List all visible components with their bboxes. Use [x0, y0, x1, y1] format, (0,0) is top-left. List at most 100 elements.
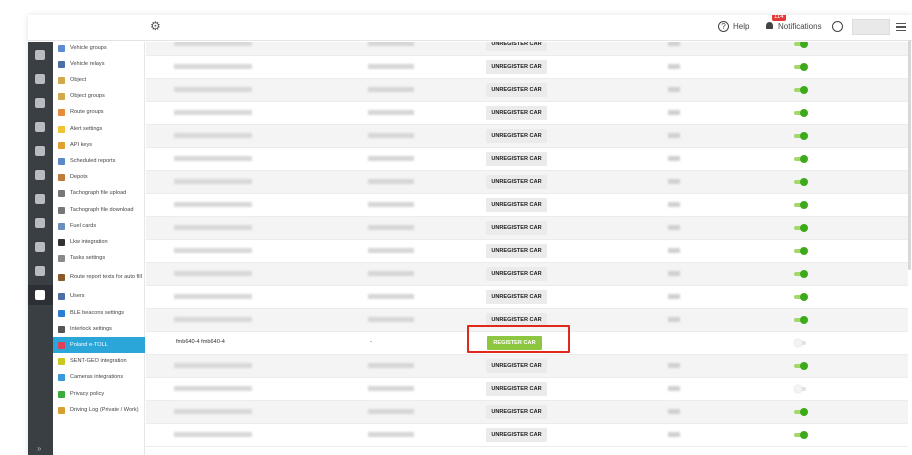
sidebar-item-poland-e-toll[interactable]: Poland e-TOLL	[53, 337, 145, 354]
user-name-box[interactable]	[852, 19, 890, 35]
sidebar-item-driving-log-private-work[interactable]: Driving Log (Private / Work)	[53, 402, 145, 418]
hamburger-menu-icon[interactable]	[896, 23, 906, 31]
rail-item-clipboard[interactable]	[28, 189, 53, 209]
rail-item-dashboard[interactable]	[28, 69, 53, 89]
toggle-knob	[794, 339, 802, 347]
unregister-car-button[interactable]: UNREGISTER CAR	[486, 290, 547, 304]
unregister-car-button[interactable]: UNREGISTER CAR	[486, 106, 547, 120]
clock-icon	[58, 157, 65, 165]
unregister-car-button[interactable]: UNREGISTER CAR	[486, 359, 547, 373]
status-redacted	[668, 363, 680, 368]
sidebar-item-tasks-settings[interactable]: Tasks settings	[53, 251, 145, 267]
sidebar-item-interlock-settings[interactable]: Interlock settings	[53, 321, 145, 337]
status-redacted	[668, 156, 680, 161]
rail-item-map[interactable]	[28, 45, 53, 65]
sidebar-item-object-groups[interactable]: Object groups	[53, 89, 145, 105]
toll-toggle[interactable]	[794, 109, 808, 117]
vehicle-id-redacted	[368, 110, 414, 115]
toll-toggle[interactable]	[794, 178, 808, 186]
status-redacted	[668, 294, 680, 299]
sidebar-item-tachograph-file-download[interactable]: Tachograph file download	[53, 202, 145, 218]
vehicle-id-redacted	[368, 386, 414, 391]
toll-toggle[interactable]	[794, 201, 808, 209]
unregister-car-button[interactable]: UNREGISTER CAR	[486, 405, 547, 419]
unregister-car-button[interactable]: UNREGISTER CAR	[486, 60, 547, 74]
bell-icon	[765, 21, 774, 31]
sidebar-item-scheduled-reports[interactable]: Scheduled reports	[53, 153, 145, 169]
unregister-car-button[interactable]: UNREGISTER CAR	[486, 152, 547, 166]
tasks-icon	[58, 255, 65, 263]
sidebar-item-fuel-cards[interactable]: Fuel cards	[53, 218, 145, 234]
rail-item-document[interactable]	[28, 93, 53, 113]
status-redacted	[668, 432, 680, 437]
sidebar-item-label: Cameras integrations	[70, 374, 124, 381]
toggle-knob	[800, 201, 808, 209]
sidebar-item-vehicle-relays[interactable]: Vehicle relays	[53, 56, 145, 72]
toll-toggle[interactable]	[794, 63, 808, 71]
unregister-car-button[interactable]: UNREGISTER CAR	[486, 42, 547, 51]
sidebar-item-ble-beacons-settings[interactable]: BLE beacons settings	[53, 305, 145, 321]
toll-toggle[interactable]	[794, 247, 808, 255]
unregister-car-button[interactable]: UNREGISTER CAR	[486, 221, 547, 235]
rail-item-person[interactable]	[28, 237, 53, 257]
sidebar-item-tachograph-file-upload[interactable]: Tachograph file upload	[53, 186, 145, 202]
expand-rail-icon[interactable]: »	[37, 444, 41, 453]
rail-item-alert[interactable]	[28, 117, 53, 137]
sidebar-item-cameras-integrations[interactable]: Cameras integrations	[53, 370, 145, 386]
toll-toggle[interactable]	[794, 316, 808, 324]
unregister-car-button[interactable]: UNREGISTER CAR	[486, 129, 547, 143]
unregister-car-button[interactable]: UNREGISTER CAR	[486, 175, 547, 189]
notifications-link[interactable]: Notifications	[765, 21, 822, 31]
toggle-knob	[800, 109, 808, 117]
toll-toggle[interactable]	[794, 270, 808, 278]
sidebar-item-route-groups[interactable]: Route groups	[53, 105, 145, 121]
fuel-icon	[35, 146, 45, 156]
toll-toggle[interactable]	[794, 339, 807, 347]
rail-item-car[interactable]	[28, 213, 53, 233]
toll-toggle[interactable]	[794, 408, 808, 416]
sidebar-item-api-keys[interactable]: API keys	[53, 137, 145, 153]
sidebar-item-lkw-integration[interactable]: Lkw integration	[53, 234, 145, 250]
toll-toggle[interactable]	[794, 86, 808, 94]
calendar-icon	[35, 266, 45, 276]
sidebar-item-users[interactable]: Users	[53, 289, 145, 305]
user-icon[interactable]	[832, 21, 843, 32]
rail-item-fuel[interactable]	[28, 141, 53, 161]
unregister-car-button[interactable]: UNREGISTER CAR	[486, 428, 547, 442]
car-icon	[35, 218, 45, 228]
gear-icon[interactable]: ⚙	[150, 20, 162, 32]
rail-item-calendar[interactable]	[28, 261, 53, 281]
toll-toggle[interactable]	[794, 431, 808, 439]
table-row: UNREGISTER CAR	[146, 286, 908, 309]
help-link[interactable]: ? Help	[718, 21, 749, 32]
unregister-car-button[interactable]: UNREGISTER CAR	[486, 198, 547, 212]
page-scrollbar[interactable]	[908, 40, 911, 270]
sidebar-item-vehicle-groups[interactable]: Vehicle groups	[53, 40, 145, 56]
sidebar-item-privacy-policy[interactable]: Privacy policy	[53, 386, 145, 402]
rail-item-settings[interactable]	[28, 285, 53, 305]
toll-toggle[interactable]	[794, 132, 808, 140]
toggle-knob	[800, 178, 808, 186]
settings-icon	[35, 290, 45, 300]
sidebar-item-route-report-texts-for-auto-fill[interactable]: Route report texts for auto fill	[53, 267, 145, 289]
vehicle-id-redacted	[368, 271, 414, 276]
unregister-car-button[interactable]: UNREGISTER CAR	[486, 267, 547, 281]
toll-toggle[interactable]	[794, 224, 808, 232]
unregister-car-button[interactable]: UNREGISTER CAR	[486, 83, 547, 97]
toll-toggle[interactable]	[794, 385, 807, 393]
toll-toggle[interactable]	[794, 42, 808, 48]
toggle-knob	[800, 362, 808, 370]
camera-icon	[58, 374, 65, 382]
sidebar-item-sent-geo-integration[interactable]: SENT-GEO integration	[53, 354, 145, 370]
vehicle-id: -	[370, 339, 372, 345]
sidebar-item-object[interactable]: Object	[53, 72, 145, 88]
unregister-car-button[interactable]: UNREGISTER CAR	[486, 382, 547, 396]
rail-item-chat[interactable]	[28, 165, 53, 185]
status-redacted	[668, 409, 680, 414]
toll-toggle[interactable]	[794, 155, 808, 163]
toll-toggle[interactable]	[794, 293, 808, 301]
toll-toggle[interactable]	[794, 362, 808, 370]
sidebar-item-depots[interactable]: Depots	[53, 170, 145, 186]
unregister-car-button[interactable]: UNREGISTER CAR	[486, 244, 547, 258]
sidebar-item-alert-settings[interactable]: Alert settings	[53, 121, 145, 137]
